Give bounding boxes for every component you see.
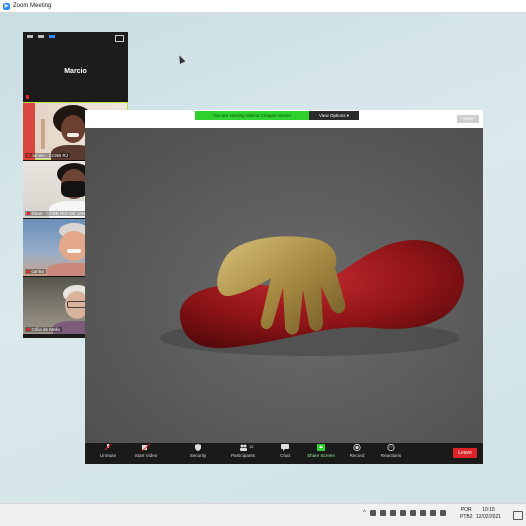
chat-icon xyxy=(281,444,289,451)
active-speaker-tile[interactable]: Marcio xyxy=(23,32,128,102)
gallery-grid-icon[interactable] xyxy=(115,35,124,42)
system-tray: ^ xyxy=(363,510,446,516)
muted-mic-icon xyxy=(104,444,112,451)
view-options-button[interactable]: View Options ▾ xyxy=(309,111,359,120)
network-drive-icon[interactable] xyxy=(390,510,396,516)
display-icon[interactable] xyxy=(420,510,426,516)
start-video-button[interactable]: Start Video xyxy=(130,444,162,458)
mouse-cursor-icon xyxy=(176,54,186,64)
speaker-name: Marcio xyxy=(64,68,87,75)
view-button[interactable]: View xyxy=(457,115,479,123)
participant-smile xyxy=(67,133,79,137)
participants-count: 15 xyxy=(249,444,254,449)
muted-mic-icon xyxy=(27,269,30,273)
record-icon xyxy=(353,444,361,451)
share-screen-button[interactable]: Share Screen xyxy=(305,444,337,458)
background-door xyxy=(41,119,45,149)
battery-icon[interactable] xyxy=(410,510,416,516)
background-wall xyxy=(23,103,35,160)
shared-screen-window: You are viewing Valéria Chagas screen Vi… xyxy=(85,110,483,464)
muted-mic-icon xyxy=(27,211,30,215)
chevron-up-icon[interactable]: ^ xyxy=(363,510,366,516)
reactions-button[interactable]: Reactions xyxy=(377,444,405,458)
hide-video-icon[interactable] xyxy=(38,35,44,38)
chat-button[interactable]: Chat xyxy=(275,444,295,458)
window-title-bar: ▶ Zoom Meeting xyxy=(0,0,526,13)
microphone-icon[interactable] xyxy=(400,510,406,516)
participants-button[interactable]: Participants 15 xyxy=(225,444,261,458)
record-button[interactable]: Record xyxy=(345,444,369,458)
zoom-logo-icon: ▶ xyxy=(3,2,10,10)
leave-button[interactable]: Leave xyxy=(453,448,477,458)
viewing-screen-banner: You are viewing Valéria Chagas screen xyxy=(195,111,309,120)
share-header: You are viewing Valéria Chagas screen Vi… xyxy=(85,110,483,128)
shared-content-photo xyxy=(85,128,483,443)
volume-icon[interactable] xyxy=(440,510,446,516)
shield-icon xyxy=(195,444,201,451)
usb-icon[interactable] xyxy=(370,510,376,516)
minimize-icon[interactable] xyxy=(27,35,33,38)
participant-label: Dean - CCBB RIO DE JANE xyxy=(25,211,91,216)
clock[interactable]: 10:15 12/02/2021 xyxy=(476,507,501,521)
participant-label: Janine - CCBB RJ xyxy=(25,153,71,158)
participant-face xyxy=(61,115,85,143)
language-indicator[interactable]: POR PTB2 xyxy=(460,507,473,521)
folder-icon[interactable] xyxy=(380,510,386,516)
speaker-view-icon[interactable] xyxy=(49,35,55,38)
share-screen-icon xyxy=(317,444,325,451)
network-icon[interactable] xyxy=(430,510,436,516)
security-button[interactable]: Security xyxy=(185,444,211,458)
window-title: Zoom Meeting xyxy=(13,3,52,9)
participants-icon xyxy=(240,444,247,451)
participant-label: Célia de Mello xyxy=(25,327,63,332)
muted-mic-icon xyxy=(26,95,29,99)
face-mask xyxy=(61,181,87,197)
video-off-icon xyxy=(142,444,150,451)
sculpture-image xyxy=(160,236,464,356)
gallery-view-controls xyxy=(27,35,55,38)
participant-label: carina xyxy=(25,269,46,274)
meeting-toolbar: Unmute Start Video Security Participants… xyxy=(85,443,483,464)
muted-mic-icon xyxy=(27,153,30,157)
notification-icon[interactable] xyxy=(513,511,523,520)
unmute-button[interactable]: Unmute xyxy=(95,444,121,458)
smiley-icon xyxy=(387,444,395,451)
participant-smile xyxy=(67,249,81,253)
system-taskbar: ^ POR PTB2 10:15 12/02/2021 xyxy=(0,503,526,526)
muted-mic-icon xyxy=(27,327,30,331)
